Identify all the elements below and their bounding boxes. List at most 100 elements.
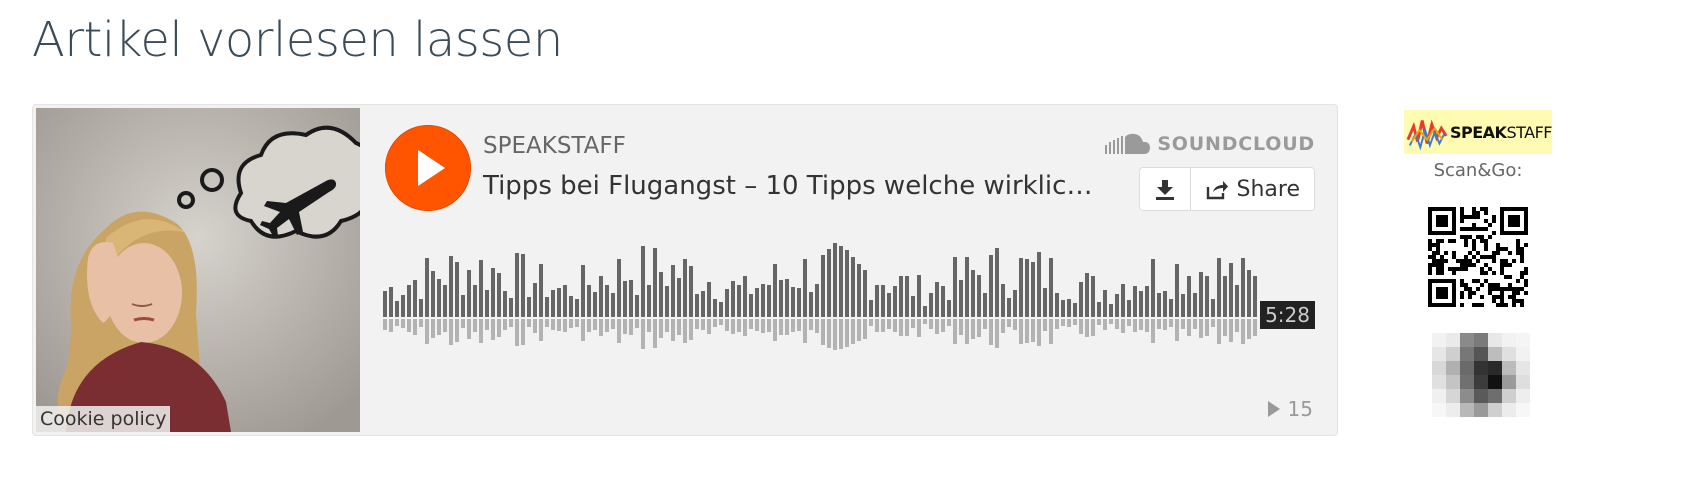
waveform-bar — [767, 285, 771, 317]
waveform-reflection-bar — [1181, 319, 1185, 329]
waveform-reflection-bar — [551, 319, 555, 330]
waveform-bar — [923, 306, 927, 317]
soundcloud-player: Cookie policy SPEAKSTAFF Tipps bei Fluga… — [32, 104, 1338, 436]
waveform-bar — [521, 254, 525, 317]
waveform-bar — [1121, 284, 1125, 317]
waveform-bar — [1139, 291, 1143, 317]
logo-text-bold: SPEAK — [1449, 122, 1507, 142]
waveform-reflection-bar — [1151, 319, 1155, 343]
waveform[interactable] — [383, 237, 1263, 377]
waveform-reflection-bar — [521, 319, 525, 345]
waveform-bar — [425, 258, 429, 317]
waveform-bar — [1037, 252, 1041, 317]
waveform-bar — [1133, 286, 1137, 317]
artist-name[interactable]: SPEAKSTAFF — [483, 133, 626, 159]
waveform-bar — [1199, 272, 1203, 317]
waveform-reflection-bar — [665, 319, 669, 332]
waveform-reflection-bar — [653, 319, 657, 348]
download-button[interactable] — [1139, 168, 1190, 210]
waveform-bar — [401, 295, 405, 317]
waveform-bar — [419, 299, 423, 317]
waveform-reflection-bar — [833, 319, 837, 350]
waveform-bar — [557, 288, 561, 317]
waveform-bar — [1241, 258, 1245, 317]
waveform-reflection-bar — [845, 319, 849, 347]
waveform-bar — [515, 253, 519, 317]
waveform-bar — [431, 271, 435, 317]
waveform-bar — [647, 285, 651, 317]
waveform-bar — [1187, 276, 1191, 317]
waveform-reflection-bar — [1001, 319, 1005, 333]
track-artwork[interactable]: Cookie policy — [36, 108, 360, 432]
waveform-bar — [629, 280, 633, 317]
waveform-bar — [1181, 294, 1185, 317]
waveform-reflection-bar — [1211, 319, 1215, 327]
share-button[interactable]: Share — [1189, 168, 1314, 210]
waveform-bar — [761, 284, 765, 317]
waveform-reflection-bar — [1253, 319, 1257, 336]
waveform-reflection-bar — [1169, 319, 1173, 327]
waveform-bar — [665, 286, 669, 317]
waveform-reflection-bar — [977, 319, 981, 337]
track-title[interactable]: Tipps bei Flugangst – 10 Tipps welche wi… — [483, 171, 1103, 201]
waveform-bar — [569, 296, 573, 317]
waveform-reflection-bar — [491, 319, 495, 340]
waveform-reflection-bar — [395, 319, 399, 326]
waveform-reflection-bar — [1097, 319, 1101, 325]
waveform-bar — [473, 285, 477, 317]
waveform-reflection-bar — [791, 319, 795, 332]
waveform-bar — [941, 286, 945, 317]
waveform-bar — [953, 257, 957, 317]
waveform-bar — [1205, 276, 1209, 317]
waveform-bar — [1001, 284, 1005, 317]
waveform-reflection-bar — [563, 319, 567, 332]
waveform-bar — [611, 293, 615, 317]
waveform-reflection-bar — [1037, 319, 1041, 346]
waveform-bar — [983, 293, 987, 317]
share-icon — [1206, 181, 1228, 200]
waveform-bar — [869, 300, 873, 317]
waveform-bar — [815, 284, 819, 317]
waveform-reflection-bar — [785, 319, 789, 335]
waveform-reflection-bar — [863, 319, 867, 339]
waveform-bar — [707, 282, 711, 317]
soundcloud-logo[interactable]: SOUNDCLOUD — [1105, 133, 1315, 155]
waveform-reflection-bar — [701, 319, 705, 330]
waveform-bar — [413, 280, 417, 317]
waveform-bar — [1085, 273, 1089, 317]
waveform-bar — [797, 288, 801, 317]
waveform-bar — [1175, 264, 1179, 317]
waveform-bar — [551, 290, 555, 317]
waveform-bar — [773, 264, 777, 317]
waveform-reflection-bar — [1073, 319, 1077, 325]
waveform-reflection-bar — [611, 319, 615, 329]
waveform-bar — [965, 257, 969, 317]
speakstaff-logo[interactable]: SPEAKSTAFF — [1404, 110, 1552, 154]
waveform-bar — [803, 259, 807, 317]
waveform-reflection-bar — [1103, 319, 1107, 330]
waveform-bar — [743, 276, 747, 317]
waveform-bar — [455, 262, 459, 317]
share-label: Share — [1236, 176, 1301, 202]
waveform-reflection-bar — [539, 319, 543, 341]
play-button[interactable] — [385, 125, 471, 211]
waveform-reflection-bar — [869, 319, 873, 326]
qr-code-image[interactable] — [1428, 207, 1528, 307]
waveform-reflection-bar — [1007, 319, 1011, 327]
waveform-bar — [701, 291, 705, 317]
waveform-bar — [911, 296, 915, 317]
waveform-bar — [581, 265, 585, 317]
waveform-bar — [887, 293, 891, 317]
waveform-bar — [749, 294, 753, 317]
waveform-bar — [719, 302, 723, 317]
waveform-bar — [1169, 299, 1173, 317]
waveform-reflection-bar — [569, 319, 573, 328]
waveform-bar — [1067, 299, 1071, 317]
cookie-policy-link[interactable]: Cookie policy — [36, 406, 171, 432]
waveform-bar — [695, 294, 699, 317]
waveform-reflection-bar — [1229, 319, 1233, 342]
play-count: 15 — [1267, 397, 1313, 421]
waveform-reflection-bar — [911, 319, 915, 328]
blurred-thumbnail-image — [1432, 333, 1530, 417]
waveform-reflection-bar — [527, 319, 531, 327]
